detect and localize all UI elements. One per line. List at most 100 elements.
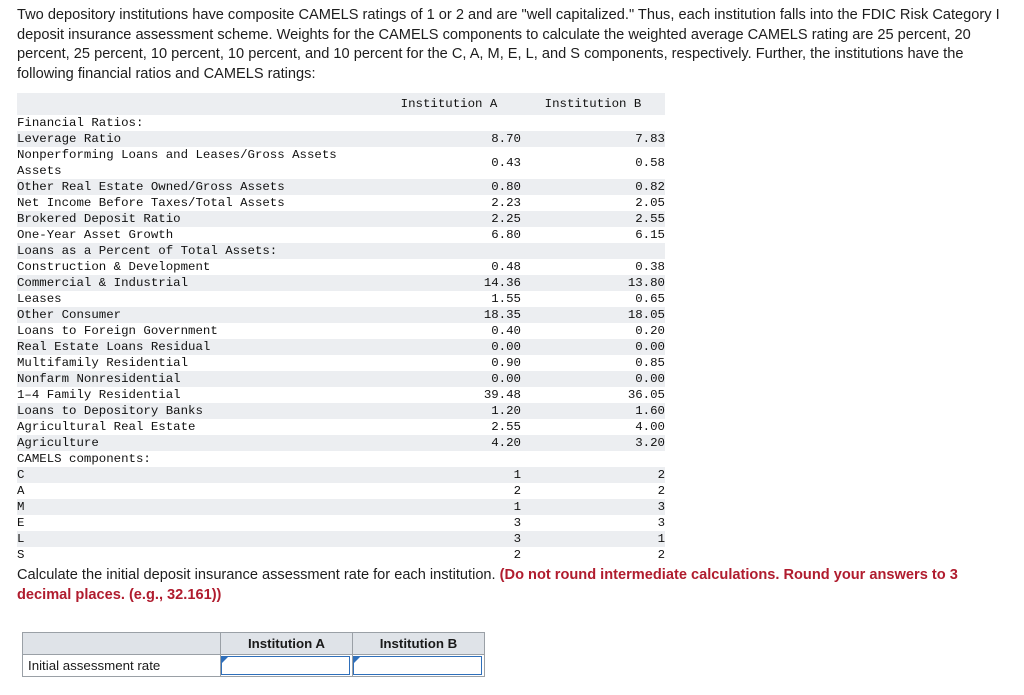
row-value-a: 6.80 <box>491 228 521 242</box>
row-value-a: 1 <box>513 500 521 514</box>
intro-paragraph: Two depository institutions have composi… <box>17 7 1000 82</box>
answer-cell-a[interactable] <box>220 654 353 677</box>
row-label: Loans as a Percent of Total Assets: <box>17 244 278 258</box>
table-row: 1–4 Family Residential 39.48 36.05 <box>17 387 665 403</box>
row-value-a: 2 <box>513 548 521 562</box>
row-value-b: 3 <box>657 516 665 530</box>
question-text: Calculate the initial deposit insurance … <box>17 566 977 605</box>
answer-header-row: Institution A Institution B <box>22 632 485 655</box>
document-page: Two depository institutions have composi… <box>0 0 1024 695</box>
row-value-b: 4.00 <box>635 420 665 434</box>
row-label: L <box>17 532 25 546</box>
row-label: 1–4 Family Residential <box>17 388 181 402</box>
table-row: S 2 2 <box>17 547 665 563</box>
row-label: Loans to Depository Banks <box>17 404 203 418</box>
table-row: Multifamily Residential 0.90 0.85 <box>17 355 665 371</box>
row-value-b: 3 <box>657 500 665 514</box>
row-label: Real Estate Loans Residual <box>17 340 211 354</box>
table-row: One-Year Asset Growth 6.80 6.15 <box>17 227 665 243</box>
answer-table: Institution A Institution B Initial asse… <box>22 632 485 677</box>
table-header-row: Institution A Institution B <box>17 93 665 115</box>
row-label: CAMELS components: <box>17 452 151 466</box>
table-row: L 3 1 <box>17 531 665 547</box>
header-institution-a: Institution A <box>400 97 498 111</box>
row-value-b: 18.05 <box>627 308 665 322</box>
row-value-b: 0.20 <box>635 324 665 338</box>
row-value-a: 2.23 <box>491 196 521 210</box>
answer-input-row: Initial assessment rate <box>22 654 485 677</box>
table-row: Loans to Foreign Government 0.40 0.20 <box>17 323 665 339</box>
table-row: Leverage Ratio 8.70 7.83 <box>17 131 665 147</box>
table-row: Leases 1.55 0.65 <box>17 291 665 307</box>
table-row: A 2 2 <box>17 483 665 499</box>
answer-header-institution-b: Institution B <box>352 632 485 655</box>
table-row: Commercial & Industrial 14.36 13.80 <box>17 275 665 291</box>
row-label: Net Income Before Taxes/Total Assets <box>17 196 285 210</box>
answer-row-label: Initial assessment rate <box>22 654 221 677</box>
table-row: M 1 3 <box>17 499 665 515</box>
row-value-b: 2 <box>657 468 665 482</box>
row-label: Leases <box>17 292 62 306</box>
row-value-b <box>521 243 665 259</box>
row-label: C <box>17 468 25 482</box>
row-value-a: 0.00 <box>491 372 521 386</box>
row-value-b <box>521 451 665 467</box>
table-row: E 3 3 <box>17 515 665 531</box>
table-row: Agricultural Real Estate 2.55 4.00 <box>17 419 665 435</box>
table-row: Real Estate Loans Residual 0.00 0.00 <box>17 339 665 355</box>
row-value-b: 3.20 <box>635 436 665 450</box>
table-row: Agriculture 4.20 3.20 <box>17 435 665 451</box>
data-table-body: Institution A Institution B Financial Ra… <box>17 93 665 563</box>
row-value-a: 0.00 <box>491 340 521 354</box>
row-value-b: 36.05 <box>627 388 665 402</box>
row-label: S <box>17 548 25 562</box>
row-value-b: 6.15 <box>635 228 665 242</box>
table-row: Nonperforming Loans and Leases/Gross Ass… <box>17 147 665 170</box>
row-value-b: 2 <box>657 484 665 498</box>
table-row: Other Consumer 18.35 18.05 <box>17 307 665 323</box>
row-label: Brokered Deposit Ratio <box>17 212 181 226</box>
table-row: CAMELS components: <box>17 451 665 467</box>
row-value-b: 13.80 <box>627 276 665 290</box>
row-value-b: 2.55 <box>635 212 665 226</box>
initial-assessment-rate-input-a[interactable] <box>221 656 350 675</box>
table-row: Financial Ratios: <box>17 115 665 131</box>
row-label: Loans to Foreign Government <box>17 324 218 338</box>
row-label: Commercial & Industrial <box>17 276 189 290</box>
row-label-wrapped: Assets <box>17 164 62 178</box>
row-value-a: 3 <box>513 532 521 546</box>
row-value-a: 0.48 <box>491 260 521 274</box>
row-value-b: 1.60 <box>635 404 665 418</box>
row-value-b <box>521 115 665 131</box>
row-label: Nonfarm Nonresidential <box>17 372 181 386</box>
table-row: Loans as a Percent of Total Assets: <box>17 243 665 259</box>
row-value-b: 0.85 <box>635 356 665 370</box>
row-value-a: 2.25 <box>491 212 521 226</box>
row-label: Construction & Development <box>17 260 211 274</box>
row-value-b: 2 <box>657 548 665 562</box>
answer-header-institution-a: Institution A <box>220 632 353 655</box>
header-institution-b: Institution B <box>544 97 642 111</box>
row-value-a <box>377 451 521 467</box>
row-value-b: 0.38 <box>635 260 665 274</box>
row-value-b: 2.05 <box>635 196 665 210</box>
row-value-a: 0.80 <box>491 180 521 194</box>
table-row: Loans to Depository Banks 1.20 1.60 <box>17 403 665 419</box>
table-row: Net Income Before Taxes/Total Assets 2.2… <box>17 195 665 211</box>
row-value-a: 4.20 <box>491 436 521 450</box>
row-value-a <box>377 115 521 131</box>
row-label: One-Year Asset Growth <box>17 228 174 242</box>
row-label: Agriculture <box>17 436 99 450</box>
row-value-b: 0.00 <box>635 340 665 354</box>
answer-cell-b[interactable] <box>352 654 485 677</box>
header-blank <box>17 93 377 115</box>
row-label: Nonperforming Loans and Leases/Gross Ass… <box>17 148 337 162</box>
row-value-a: 1 <box>513 468 521 482</box>
row-value-a: 0.90 <box>491 356 521 370</box>
row-value-a: 1.20 <box>491 404 521 418</box>
row-label: A <box>17 484 25 498</box>
table-row: Construction & Development 0.48 0.38 <box>17 259 665 275</box>
initial-assessment-rate-input-b[interactable] <box>353 656 482 675</box>
table-row: C 1 2 <box>17 467 665 483</box>
row-label: E <box>17 516 25 530</box>
